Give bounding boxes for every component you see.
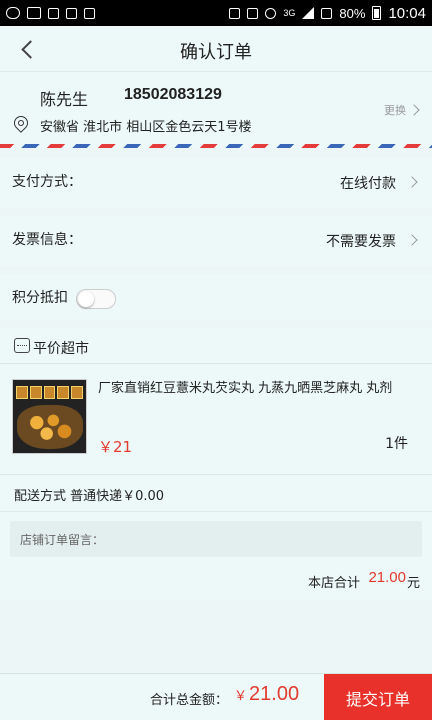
address-detail: 安徽省 淮北市 相山区金色云天1号楼 [40,120,252,135]
chevron-right-icon [406,176,418,188]
total-value: 21.00 [249,683,300,705]
product-title: 厂家直销红豆薏米丸芡实丸 九蒸九晒黑芝麻丸 丸剂 [98,381,393,396]
total-label: 合计总金额： [150,693,229,708]
sim-icon [321,7,333,19]
payment-method-row[interactable]: 支付方式： 在线付款 [0,158,432,208]
product-quantity: 1件 [385,436,408,452]
address-card[interactable]: 陈先生 18502083129 安徽省 淮北市 相山区金色云天1号楼 更换 [0,72,432,144]
location-pin-icon [11,113,31,133]
page-title: 确认订单 [180,42,252,63]
invoice-value: 不需要发票 [326,234,396,250]
message-icon [48,7,59,19]
store-icon [14,338,30,353]
nfc-icon [247,7,259,19]
note-section: 店铺订单留言： [0,512,432,562]
subtotal-amount: 21.00 [368,569,406,586]
recipient-phone: 18502083129 [124,86,222,103]
battery-percent: 80% [339,5,366,21]
delivery-method: 配送方式 普通快递￥0.00 [14,489,165,504]
network-type: 3G [283,8,296,18]
submit-order-button[interactable]: 提交订单 [324,674,432,720]
chevron-right-icon [408,104,420,116]
bag-icon [66,7,77,19]
invoice-label: 发票信息： [12,232,82,248]
nav-bar: 确认订单 [0,26,432,72]
clock: 10:04 [388,4,426,22]
product-price: ￥21 [98,438,133,456]
points-toggle[interactable] [76,289,116,309]
total-amount: ￥ 21.00 [234,683,299,706]
status-bar: 3G 80% 10:04 [0,0,432,26]
invoice-row[interactable]: 发票信息： 不需要发票 [0,216,432,266]
product-item[interactable]: 厂家直销红豆薏米丸芡实丸 九蒸九晒黑芝麻丸 丸剂 ￥21 1件 [0,365,432,475]
points-row: 积分抵扣 [0,274,432,320]
battery-icon [372,6,382,20]
product-thumbnail[interactable] [12,379,87,454]
store-header: 平价超市 [0,328,432,364]
payment-value: 在线付款 [340,176,396,192]
recipient-name: 陈先生 [40,90,89,109]
store-subtotal: 本店合计 21.00 元 [0,562,432,600]
subtotal-unit: 元 [406,576,420,591]
payment-label: 支付方式： [12,174,82,190]
chevron-right-icon [406,234,418,246]
points-label: 积分抵扣 [12,290,68,306]
bluetooth-icon [229,7,241,19]
store-name: 平价超市 [33,341,89,357]
image-icon [84,7,95,19]
subtotal-label: 本店合计 [307,576,360,591]
envelope-border [0,144,432,148]
delivery-row: 配送方式 普通快递￥0.00 [0,476,432,512]
signal-icon [302,7,315,19]
change-address-link[interactable]: 更换 [384,102,406,118]
bottom-bar: 合计总金额： ￥ 21.00 提交订单 [0,673,432,720]
wifi-icon [265,7,277,19]
shopping-icon [27,7,41,19]
wechat-icon [6,7,20,19]
currency-symbol: ￥ [234,688,248,703]
store-note-input[interactable]: 店铺订单留言： [10,521,422,557]
